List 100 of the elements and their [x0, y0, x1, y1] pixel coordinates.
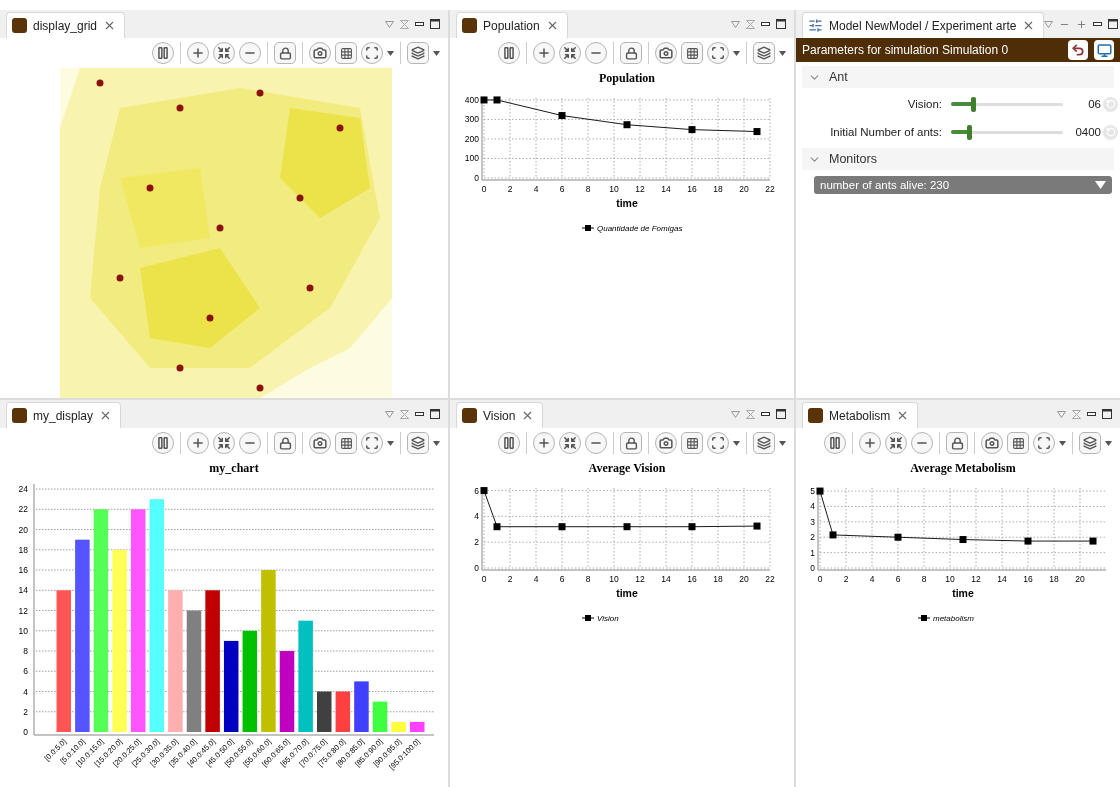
view-tab[interactable]: Metabolism	[802, 402, 919, 428]
minimize-button[interactable]	[761, 22, 770, 26]
view-tab[interactable]: Vision	[456, 402, 544, 428]
grid-button[interactable]	[335, 432, 357, 454]
tick-label: 3	[810, 516, 815, 527]
zoom-out-button[interactable]	[585, 42, 607, 64]
parameter-label: Vision:	[906, 98, 943, 110]
lock-button[interactable]	[620, 432, 642, 454]
fullscreen-button[interactable]	[1033, 432, 1055, 454]
grid-button[interactable]	[1007, 432, 1029, 454]
minimize-button[interactable]	[1093, 22, 1103, 26]
pause-button[interactable]	[152, 42, 174, 64]
data-point	[493, 96, 501, 104]
zoom-out-button[interactable]	[911, 432, 933, 454]
fullscreen-button[interactable]	[361, 432, 383, 454]
pause-button[interactable]	[498, 42, 520, 64]
fullscreen-button[interactable]	[361, 42, 383, 64]
data-point	[688, 523, 696, 531]
caret-icon[interactable]	[387, 440, 394, 446]
minimize-button[interactable]	[415, 412, 424, 416]
layers-button[interactable]	[407, 432, 429, 454]
zoom-in-button[interactable]	[187, 42, 209, 64]
lock-button[interactable]	[274, 42, 296, 64]
pause-button[interactable]	[498, 432, 520, 454]
slider-thumb[interactable]	[966, 124, 972, 140]
lock-button[interactable]	[274, 432, 296, 454]
caret-icon[interactable]	[433, 50, 440, 56]
minimize-button[interactable]	[761, 412, 770, 416]
caret-icon[interactable]	[1059, 440, 1066, 446]
monitor-button[interactable]	[1094, 40, 1114, 60]
camera-button[interactable]	[655, 432, 677, 454]
section-header[interactable]: Ant	[802, 66, 1114, 88]
zoom-out-button[interactable]	[239, 42, 261, 64]
tick-label: 8	[585, 184, 591, 194]
layers-icon	[757, 46, 771, 60]
layers-button[interactable]	[753, 42, 775, 64]
view-tab[interactable]: display_grid	[6, 12, 126, 38]
layers-button[interactable]	[753, 432, 775, 454]
fullscreen-button[interactable]	[707, 432, 729, 454]
tick-label: 4	[869, 574, 875, 584]
revert-button[interactable]	[1068, 40, 1088, 60]
grid-icon	[339, 46, 353, 60]
maximize-button[interactable]	[1102, 409, 1112, 419]
tick-label: 200	[464, 134, 479, 144]
caret-icon[interactable]	[779, 50, 786, 56]
caret-icon[interactable]	[733, 50, 740, 56]
section-header[interactable]: Monitors	[802, 148, 1114, 170]
shrink-icon	[889, 436, 903, 450]
minimize-button[interactable]	[1087, 412, 1096, 416]
fit-button[interactable]	[213, 42, 235, 64]
caret-icon[interactable]	[733, 440, 740, 446]
undo-arrow-icon	[1071, 43, 1085, 57]
tick-label: 16	[687, 184, 697, 194]
camera-button[interactable]	[309, 42, 331, 64]
fit-button[interactable]	[885, 432, 907, 454]
maximize-button[interactable]	[776, 409, 786, 419]
zoom-in-button[interactable]	[859, 432, 881, 454]
lock-icon	[950, 436, 964, 450]
fit-button[interactable]	[559, 432, 581, 454]
fit-button[interactable]	[213, 432, 235, 454]
grid-button[interactable]	[681, 42, 703, 64]
pause-button[interactable]	[152, 432, 174, 454]
camera-button[interactable]	[655, 42, 677, 64]
pause-icon	[828, 436, 842, 450]
camera-button[interactable]	[309, 432, 331, 454]
slider-thumb[interactable]	[971, 96, 977, 112]
grid-button[interactable]	[681, 432, 703, 454]
caret-icon[interactable]	[1105, 440, 1112, 446]
zoom-in-button[interactable]	[187, 432, 209, 454]
maximize-button[interactable]	[1108, 19, 1119, 29]
pause-button[interactable]	[824, 432, 846, 454]
minimize-button[interactable]	[415, 22, 424, 26]
caret-icon[interactable]	[433, 440, 440, 446]
lock-button[interactable]	[946, 432, 968, 454]
monitor-dropdown[interactable]: number of ants alive: 230	[814, 176, 1112, 194]
camera-button[interactable]	[981, 432, 1003, 454]
lock-button[interactable]	[620, 42, 642, 64]
expand-icon[interactable]	[1076, 18, 1088, 30]
maximize-button[interactable]	[430, 409, 440, 419]
fit-button[interactable]	[559, 42, 581, 64]
zoom-out-button[interactable]	[239, 432, 261, 454]
tick-label: 2	[843, 574, 849, 584]
tick-label: 2	[810, 532, 815, 543]
legend-marker	[917, 615, 931, 621]
maximize-button[interactable]	[430, 19, 440, 29]
zoom-in-button[interactable]	[533, 42, 555, 64]
maximize-button[interactable]	[776, 19, 786, 29]
zoom-in-button[interactable]	[533, 432, 555, 454]
view-tab[interactable]: Model NewModel / Experiment arte	[802, 12, 1045, 38]
caret-icon[interactable]	[779, 440, 786, 446]
layers-button[interactable]	[1079, 432, 1101, 454]
fullscreen-button[interactable]	[707, 42, 729, 64]
layers-button[interactable]	[407, 42, 429, 64]
parameter-value: 06	[1088, 98, 1101, 110]
caret-icon[interactable]	[387, 50, 394, 56]
tick-label: 14	[18, 585, 28, 596]
grid-button[interactable]	[335, 42, 357, 64]
view-tab[interactable]: Population	[456, 12, 568, 38]
zoom-out-button[interactable]	[585, 432, 607, 454]
view-tab[interactable]: my_display	[6, 402, 122, 428]
